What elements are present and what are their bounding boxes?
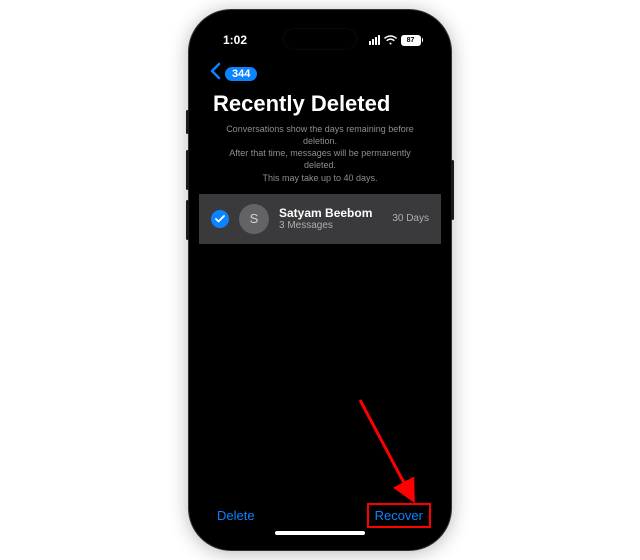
- volume-down-button: [186, 200, 189, 240]
- info-line-3: This may take up to 40 days.: [219, 172, 421, 184]
- iphone-frame: 1:02 87 344 Recently Deleted: [189, 10, 451, 550]
- dynamic-island: [283, 28, 357, 50]
- back-chevron-icon[interactable]: [209, 62, 221, 85]
- contact-avatar: S: [239, 204, 269, 234]
- battery-percent: 87: [407, 37, 415, 44]
- home-indicator[interactable]: [275, 531, 365, 535]
- info-text: Conversations show the days remaining be…: [199, 123, 441, 194]
- selection-checkmark-icon[interactable]: [211, 210, 229, 228]
- delete-button[interactable]: Delete: [217, 508, 255, 523]
- status-time: 1:02: [223, 33, 247, 47]
- contact-name: Satyam Beebom: [279, 206, 382, 220]
- conversation-row[interactable]: S Satyam Beebom 3 Messages 30 Days: [199, 194, 441, 244]
- recover-button[interactable]: Recover: [367, 503, 431, 528]
- days-remaining: 30 Days: [392, 213, 429, 224]
- nav-bar: 344: [199, 60, 441, 91]
- info-line-1: Conversations show the days remaining be…: [219, 123, 421, 147]
- bottom-toolbar: Delete Recover: [199, 498, 441, 531]
- wifi-icon: [384, 35, 397, 45]
- cellular-signal-icon: [369, 35, 380, 45]
- volume-up-button: [186, 150, 189, 190]
- info-line-2: After that time, messages will be perman…: [219, 147, 421, 171]
- page-title: Recently Deleted: [199, 91, 441, 123]
- conversation-text: Satyam Beebom 3 Messages: [279, 206, 382, 231]
- back-count-badge[interactable]: 344: [225, 67, 257, 81]
- screen: 1:02 87 344 Recently Deleted: [199, 20, 441, 540]
- battery-icon: 87: [401, 35, 424, 46]
- message-count: 3 Messages: [279, 220, 382, 231]
- power-button: [451, 160, 454, 220]
- status-right: 87: [369, 35, 424, 46]
- mute-switch: [186, 110, 189, 134]
- content-spacer: [199, 244, 441, 498]
